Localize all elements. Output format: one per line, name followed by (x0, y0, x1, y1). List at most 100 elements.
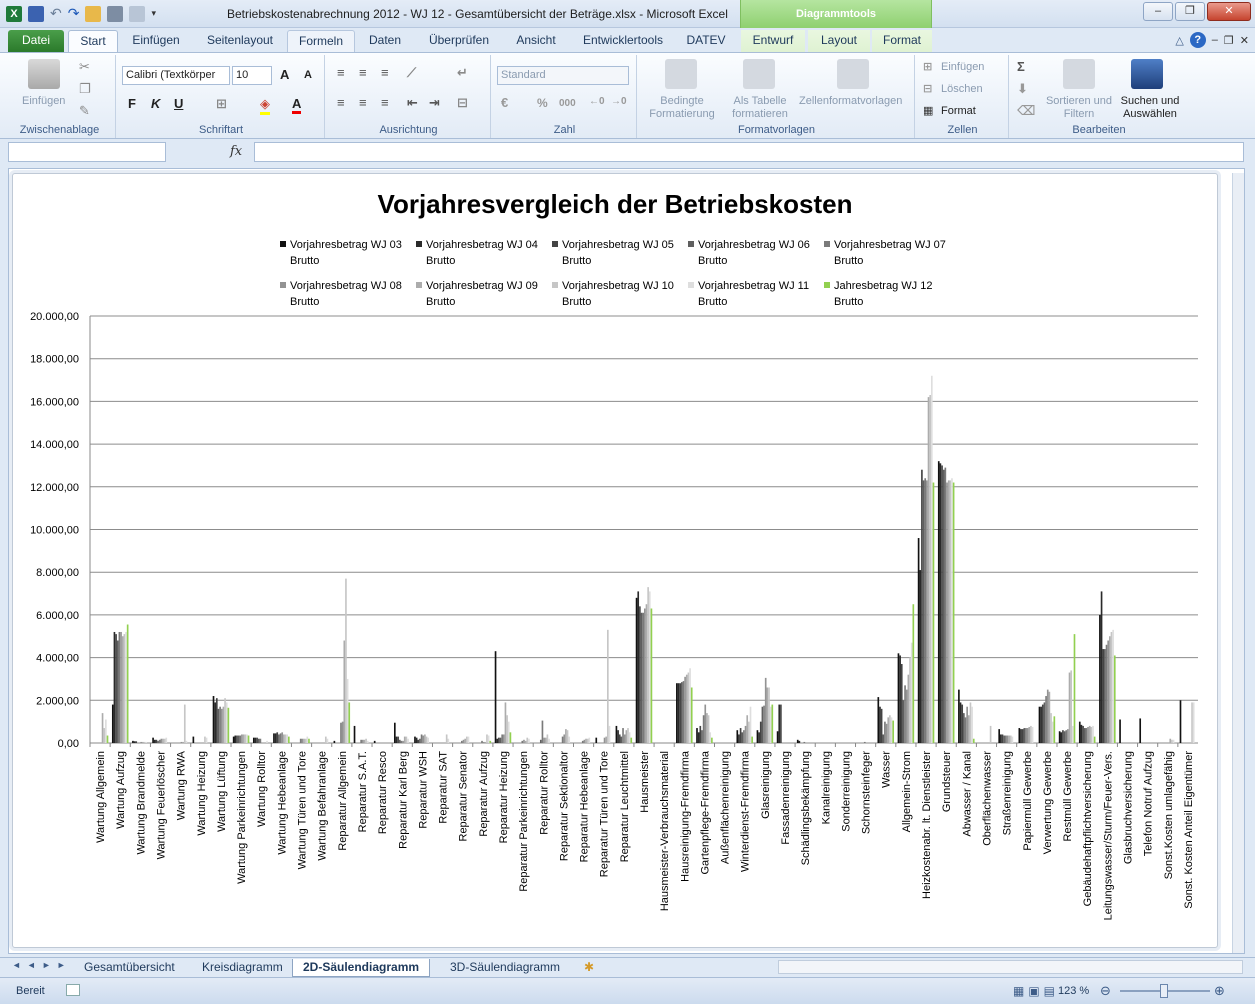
formula-input[interactable] (254, 142, 1244, 162)
tab-seitenlayout[interactable]: Seitenlayout (198, 30, 282, 52)
currency-icon[interactable]: € (501, 95, 508, 110)
format-cells-button[interactable]: Format (941, 105, 976, 117)
zoom-in-icon[interactable]: ⊕ (1214, 983, 1225, 999)
vertical-scrollbar[interactable] (1232, 173, 1244, 953)
borders-icon[interactable]: ⊞ (216, 96, 227, 112)
paste-button[interactable]: Einfügen (22, 95, 65, 107)
chart[interactable]: Vorjahresvergleich der Betriebskosten 0,… (12, 173, 1218, 948)
font-size-select[interactable]: 10 (232, 66, 272, 85)
tab-ueberpruefen[interactable]: Überprüfen (420, 30, 498, 52)
orientation-icon[interactable]: ⟋ (407, 65, 416, 81)
align-right-icon[interactable]: ≡ (381, 95, 389, 110)
conditional-format-icon[interactable] (665, 59, 697, 89)
increase-indent-icon[interactable]: ⇥ (429, 95, 440, 111)
delete-cells-button[interactable]: Löschen (941, 83, 983, 95)
undo-icon[interactable]: ↶ (50, 5, 62, 22)
fill-color-icon[interactable]: ◈ (260, 96, 270, 115)
zoom-out-icon[interactable]: ⊖ (1100, 983, 1111, 999)
align-center-icon[interactable]: ≡ (359, 95, 367, 110)
align-left-icon[interactable]: ≡ (337, 95, 345, 110)
tab-format[interactable]: Format (872, 30, 932, 52)
cell-styles-icon[interactable] (837, 59, 869, 89)
redo-icon[interactable]: ↷ (68, 5, 80, 22)
percent-button[interactable]: % (537, 96, 548, 110)
decrease-indent-icon[interactable]: ⇤ (407, 95, 418, 111)
open-folder-icon[interactable] (85, 5, 102, 22)
increase-decimal-icon[interactable]: ←0 (589, 96, 605, 107)
merge-center-icon[interactable]: ⊟ (457, 95, 468, 111)
zoom-level[interactable]: 123 % (1058, 985, 1089, 997)
format-as-table-icon[interactable] (743, 59, 775, 89)
format-painter-icon[interactable]: ✎ (79, 103, 90, 119)
thousands-button[interactable]: 000 (559, 98, 576, 109)
insert-function-button[interactable]: fx (230, 144, 242, 159)
tab-start[interactable]: Start (68, 30, 118, 52)
insert-sheet-icon[interactable]: ✱ (584, 960, 594, 974)
tab-einfuegen[interactable]: Einfügen (124, 30, 188, 52)
tab-layout[interactable]: Layout (808, 30, 870, 52)
name-box[interactable] (8, 142, 166, 162)
insert-cells-button[interactable]: Einfügen (941, 61, 984, 73)
tab-daten[interactable]: Daten (360, 30, 410, 52)
sort-filter-button[interactable]: Sortieren und Filtern (1045, 95, 1113, 121)
cell-styles-button[interactable]: Zellenformatvorlagen (799, 95, 902, 107)
save-icon[interactable] (28, 5, 44, 22)
chart-title[interactable]: Vorjahresvergleich der Betriebskosten (378, 189, 853, 219)
shrink-font-icon[interactable]: A (304, 69, 312, 81)
format-cells-icon[interactable]: ▦ (923, 104, 933, 117)
number-format-select[interactable]: Standard (497, 66, 629, 85)
close-button[interactable]: ✕ (1207, 2, 1251, 21)
underline-button[interactable]: U (174, 96, 183, 111)
bold-button[interactable]: F (128, 96, 136, 111)
print-preview-icon[interactable] (129, 5, 146, 22)
zoom-slider-thumb[interactable] (1160, 984, 1168, 998)
print-icon[interactable] (107, 5, 124, 22)
sort-filter-icon[interactable] (1063, 59, 1095, 89)
wrap-text-icon[interactable]: ↵ (457, 65, 468, 81)
copy-icon[interactable]: ❐ (79, 81, 91, 97)
tab-datev[interactable]: DATEV (680, 30, 732, 52)
paste-icon[interactable] (28, 59, 60, 89)
align-bottom-icon[interactable]: ≡ (381, 65, 389, 80)
sheet-nav-icon[interactable]: ◄◄►► (12, 960, 72, 970)
font-color-button[interactable]: A (292, 96, 302, 114)
restore-button[interactable]: ❐ (1175, 2, 1205, 21)
minimize-button[interactable]: – (1143, 2, 1173, 21)
help-icon[interactable]: ? (1189, 32, 1206, 48)
align-middle-icon[interactable]: ≡ (359, 65, 367, 80)
align-top-icon[interactable]: ≡ (337, 65, 345, 80)
insert-cells-icon[interactable]: ⊞ (923, 60, 932, 73)
sheet-tab-2d-saeulendiagramm[interactable]: 2D-Säulendiagramm (292, 959, 431, 977)
sheet-tab-gesamtuebersicht[interactable]: Gesamtübersicht (74, 959, 185, 977)
bar (685, 674, 688, 743)
tab-formeln[interactable]: Formeln (287, 30, 355, 52)
tab-ansicht[interactable]: Ansicht (506, 30, 566, 52)
autosum-button[interactable]: Σ (1017, 59, 1025, 74)
delete-cells-icon[interactable]: ⊟ (923, 82, 932, 95)
fill-icon[interactable]: ⬇ (1017, 81, 1028, 97)
font-name-select[interactable]: Calibri (Textkörper (122, 66, 230, 85)
format-as-table-button[interactable]: Als Tabelle formatieren (727, 95, 793, 121)
sheet-tab-kreisdiagramm[interactable]: Kreisdiagramm (192, 959, 293, 977)
tab-entwurf[interactable]: Entwurf (741, 30, 805, 52)
customize-qat-icon[interactable]: ▾ (151, 8, 156, 19)
grow-font-icon[interactable]: A (280, 67, 289, 82)
doc-close-icon[interactable]: ✕ (1240, 34, 1249, 47)
legend[interactable]: Vorjahresbetrag WJ 03 Brutto Vorjahresbetr… (280, 239, 946, 308)
italic-button[interactable]: K (151, 96, 160, 111)
doc-minimize-icon[interactable]: – (1212, 34, 1218, 46)
conditional-format-button[interactable]: Bedingte Formatierung (643, 95, 721, 121)
view-buttons-icon[interactable]: ▦▣▤ (1013, 984, 1059, 998)
sheet-tab-3d-saeulendiagramm[interactable]: 3D-Säulendiagramm (440, 959, 570, 977)
find-select-icon[interactable] (1131, 59, 1163, 89)
minimize-ribbon-icon[interactable]: △ (1175, 34, 1183, 47)
tab-datei[interactable]: Datei (8, 30, 64, 52)
clear-icon[interactable]: ⌫ (1017, 103, 1035, 119)
tab-entwicklertools[interactable]: Entwicklertools (573, 30, 673, 52)
find-select-button[interactable]: Suchen und Auswählen (1115, 95, 1185, 121)
horizontal-scrollbar[interactable] (778, 960, 1243, 974)
cut-icon[interactable]: ✂ (79, 59, 90, 75)
macro-record-icon[interactable] (66, 984, 80, 996)
decrease-decimal-icon[interactable]: →0 (611, 96, 627, 107)
doc-restore-icon[interactable]: ❐ (1224, 34, 1234, 47)
